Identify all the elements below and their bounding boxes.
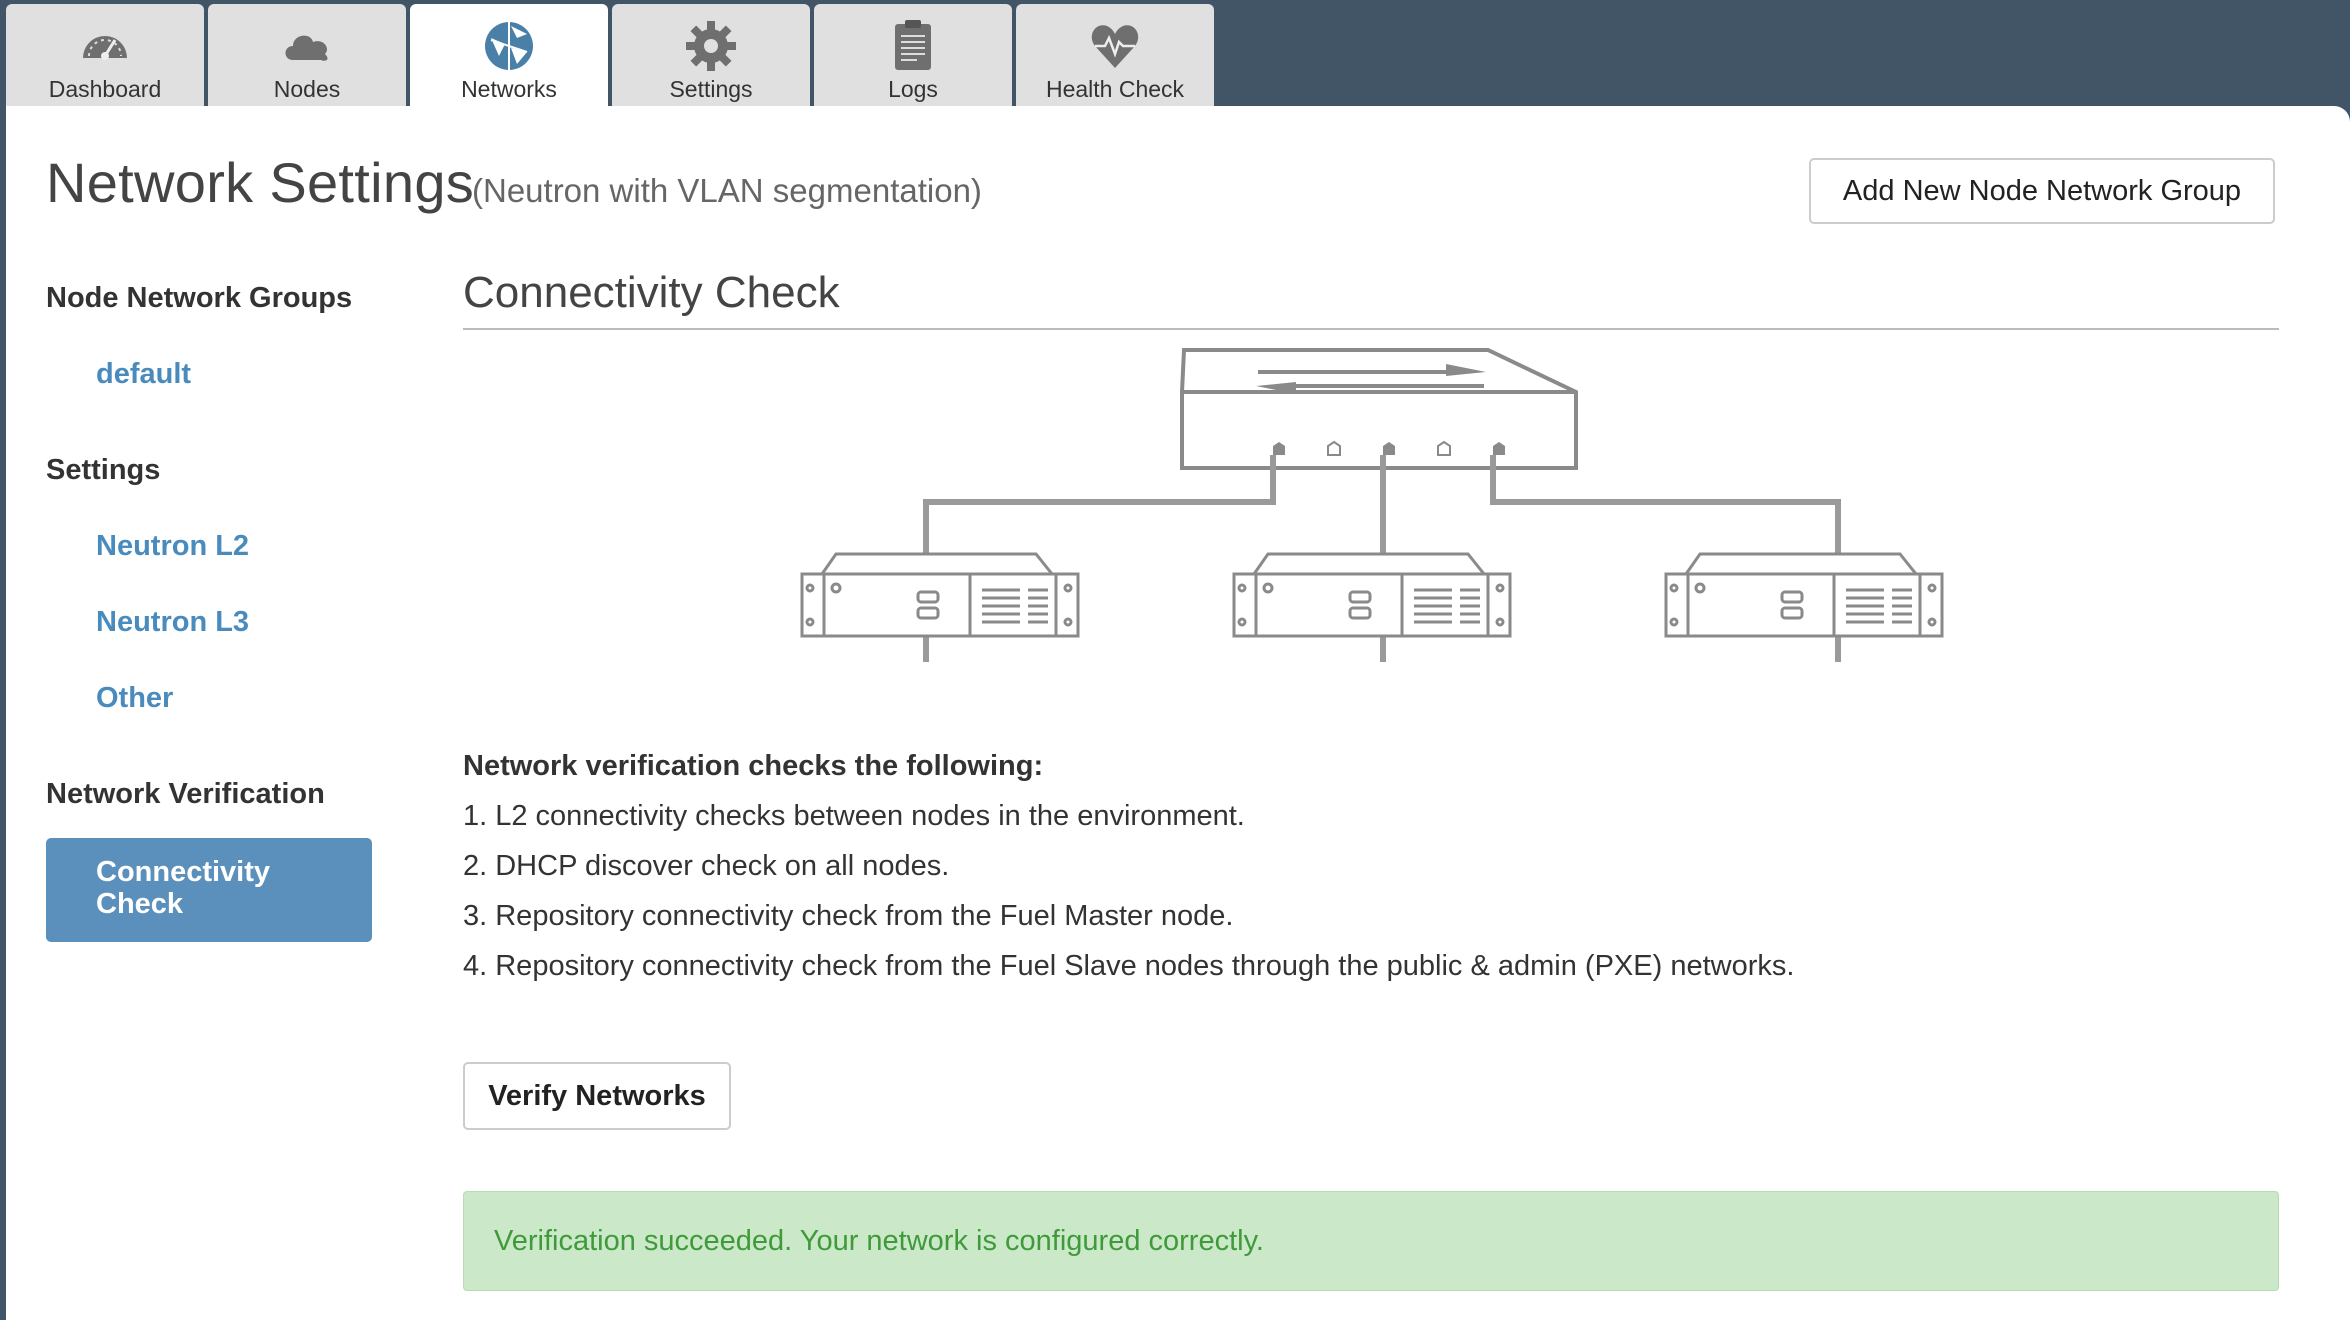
checks-heading: Network verification checks the followin…: [463, 750, 1044, 782]
network-globe-icon: [481, 18, 537, 74]
verify-networks-button[interactable]: Verify Networks: [463, 1062, 731, 1130]
section-divider: [463, 328, 2279, 330]
top-nav-tabs: Dashboard Nodes Networks Settings Logs H…: [0, 0, 2350, 108]
main-panel: Network Settings (Neutron with VLAN segm…: [6, 106, 2350, 1320]
switch-icon: [1180, 348, 1578, 470]
tab-label: Logs: [888, 76, 938, 102]
tab-nodes[interactable]: Nodes: [208, 4, 406, 106]
alert-message: Verification succeeded. Your network is …: [494, 1224, 1264, 1257]
tab-dashboard[interactable]: Dashboard: [6, 4, 204, 106]
check-item: 1. L2 connectivity checks between nodes …: [463, 800, 1245, 832]
network-topology-illustration: [786, 342, 1966, 675]
sidebar-item-label-line1: Connectivity: [96, 856, 271, 888]
server-icon: [800, 552, 1080, 638]
sidebar-item-other[interactable]: Other: [96, 682, 173, 715]
sidebar-item-neutron-l3[interactable]: Neutron L3: [96, 606, 249, 639]
tab-label: Settings: [669, 76, 753, 102]
check-item: 3. Repository connectivity check from th…: [463, 900, 1234, 932]
page-title: Network Settings: [46, 151, 475, 214]
page-subtitle: (Neutron with VLAN segmentation): [472, 172, 982, 209]
sidebar-item-neutron-l2[interactable]: Neutron L2: [96, 530, 249, 563]
tab-label: Networks: [461, 76, 557, 102]
sidebar-item-connectivity-check[interactable]: Connectivity Check: [46, 838, 372, 942]
tab-label: Nodes: [273, 76, 341, 102]
sidebar-item-default[interactable]: default: [96, 358, 191, 391]
tab-logs[interactable]: Logs: [814, 4, 1012, 106]
server-icon: [1232, 552, 1512, 638]
network-verification-heading: Network Verification: [46, 778, 325, 810]
sidebar-item-label-line2: Check: [96, 888, 184, 920]
node-network-groups-heading: Node Network Groups: [46, 282, 353, 314]
tab-label: Health Check: [1045, 76, 1185, 102]
heart-pulse-icon: [1087, 18, 1143, 74]
tab-health-check[interactable]: Health Check: [1016, 4, 1214, 106]
section-title: Connectivity Check: [463, 268, 840, 317]
settings-heading: Settings: [46, 454, 161, 486]
server-icon: [1664, 552, 1944, 638]
cloud-icon: [279, 18, 335, 74]
tab-label: Dashboard: [48, 76, 162, 102]
add-node-network-group-button[interactable]: Add New Node Network Group: [1809, 158, 2275, 224]
check-item: 2. DHCP discover check on all nodes.: [463, 850, 950, 882]
gear-icon: [683, 18, 739, 74]
clipboard-icon: [885, 18, 941, 74]
tab-networks[interactable]: Networks: [410, 4, 608, 108]
check-item: 4. Repository connectivity check from th…: [463, 950, 1795, 982]
tab-settings[interactable]: Settings: [612, 4, 810, 106]
verification-success-alert: Verification succeeded. Your network is …: [463, 1191, 2279, 1291]
dashboard-gauge-icon: [77, 18, 133, 74]
